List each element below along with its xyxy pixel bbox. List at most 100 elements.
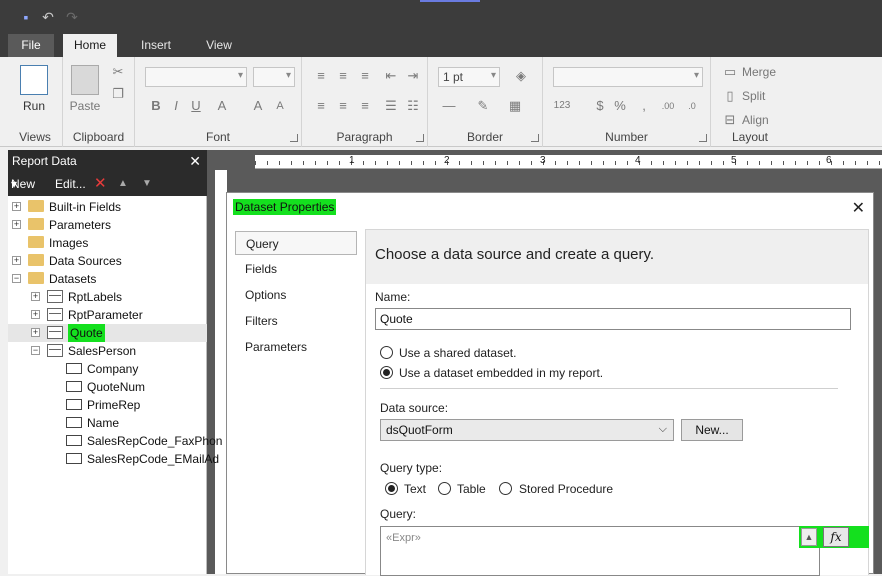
tree-item-name[interactable]: Name xyxy=(8,414,207,432)
close-icon[interactable]: ✕ xyxy=(852,198,865,218)
collapse-icon[interactable]: − xyxy=(31,346,40,355)
close-icon[interactable]: ✕ xyxy=(189,150,201,172)
edit-button[interactable]: Edit... xyxy=(55,172,86,196)
delete-icon[interactable]: ✕ xyxy=(94,172,107,196)
tab-home[interactable]: Home xyxy=(63,34,117,57)
tree-item-salesperson[interactable]: − SalesPerson xyxy=(8,342,207,360)
datasource-select[interactable]: dsQuotForm ⌵ xyxy=(380,419,674,441)
nav-options[interactable]: Options xyxy=(227,283,357,307)
tree-item-rptlabels[interactable]: + RptLabels xyxy=(8,288,207,306)
nav-fields[interactable]: Fields xyxy=(227,257,357,281)
nav-filters[interactable]: Filters xyxy=(227,309,357,333)
align-right-icon[interactable]: ≡ xyxy=(356,97,374,115)
save-icon[interactable]: ▪ xyxy=(18,9,34,25)
embedded-dataset-radio[interactable] xyxy=(380,366,393,379)
font-color-icon[interactable]: A xyxy=(213,97,231,115)
paste-button[interactable]: Paste xyxy=(69,65,101,113)
align-icon[interactable]: ⊟ xyxy=(721,111,739,129)
number-format-combo[interactable]: ▾ xyxy=(553,67,703,87)
tree-item-built-in-fields[interactable]: + Built-in Fields xyxy=(8,198,207,216)
increase-decimal-icon[interactable]: .00 xyxy=(659,97,677,115)
italic-icon[interactable]: I xyxy=(167,97,185,115)
numbering-icon[interactable]: ☷ xyxy=(404,97,422,115)
tree-item-images[interactable]: Images xyxy=(8,234,207,252)
cut-icon[interactable]: ✂ xyxy=(109,63,127,81)
split-button[interactable]: Split xyxy=(742,89,765,103)
tree-item-data-sources[interactable]: + Data Sources xyxy=(8,252,207,270)
shared-dataset-radio[interactable] xyxy=(380,346,393,359)
border-style-icon[interactable]: — xyxy=(440,97,458,115)
expand-icon[interactable]: + xyxy=(12,220,21,229)
querytype-sp-radio[interactable] xyxy=(499,482,512,495)
border-width-combo[interactable]: 1 pt ▾ xyxy=(438,67,500,87)
fill-color-icon[interactable]: ◈ xyxy=(512,67,530,85)
number-dialog-launcher-icon[interactable] xyxy=(699,134,707,142)
increase-indent-icon[interactable]: ⇥ xyxy=(404,67,422,85)
border-color-icon[interactable]: ✎ xyxy=(474,97,492,115)
paragraph-dialog-launcher-icon[interactable] xyxy=(416,134,424,142)
tree-item-primerep[interactable]: PrimeRep xyxy=(8,396,207,414)
font-dialog-launcher-icon[interactable] xyxy=(290,134,298,142)
expression-button[interactable]: fx xyxy=(823,527,849,547)
tree-item-company[interactable]: Company xyxy=(8,360,207,378)
name-label: Name: xyxy=(375,290,411,304)
merge-icon[interactable]: ▭ xyxy=(721,63,739,81)
querytype-table-radio[interactable] xyxy=(438,482,451,495)
tab-insert[interactable]: Insert xyxy=(128,34,184,57)
shrink-font-icon[interactable]: A xyxy=(271,97,289,115)
expand-icon[interactable]: + xyxy=(31,310,40,319)
align-bottom-icon[interactable]: ≡ xyxy=(356,67,374,85)
group-label-paragraph: Paragraph xyxy=(336,130,393,144)
currency-icon[interactable]: $ xyxy=(591,97,609,115)
align-button[interactable]: Align xyxy=(742,113,769,127)
tree-item-quote[interactable]: + Quote xyxy=(8,324,207,342)
name-input[interactable]: Quote xyxy=(375,308,851,330)
move-down-icon[interactable]: ▼ xyxy=(142,172,152,196)
align-top-icon[interactable]: ≡ xyxy=(312,67,330,85)
query-input[interactable]: «Expr» xyxy=(380,526,820,576)
align-middle-icon[interactable]: ≡ xyxy=(334,67,352,85)
split-icon[interactable]: ▯ xyxy=(721,87,739,105)
run-button[interactable]: Run xyxy=(18,65,50,113)
tree-item-datasets[interactable]: − Datasets xyxy=(8,270,207,288)
expand-icon[interactable]: + xyxy=(12,202,21,211)
align-center-icon[interactable]: ≡ xyxy=(334,97,352,115)
group-label-font: Font xyxy=(205,130,230,144)
align-left-icon[interactable]: ≡ xyxy=(312,97,330,115)
querytype-text-radio[interactable] xyxy=(385,482,398,495)
redo-icon[interactable]: ↷ xyxy=(64,9,80,25)
borders-icon[interactable]: ▦ xyxy=(506,97,524,115)
grow-font-icon[interactable]: A xyxy=(249,97,267,115)
new-datasource-button[interactable]: New... xyxy=(681,419,743,441)
tab-file[interactable]: File xyxy=(8,34,54,57)
bullets-icon[interactable]: ☰ xyxy=(382,97,400,115)
tree-item-salesrepcode-faxphon[interactable]: SalesRepCode_FaxPhon xyxy=(8,432,222,450)
comma-icon[interactable]: , xyxy=(635,97,653,115)
tree-item-quotenum[interactable]: QuoteNum xyxy=(8,378,207,396)
font-size-combo[interactable]: ▾ xyxy=(253,67,295,87)
expand-icon[interactable]: + xyxy=(12,256,21,265)
merge-button[interactable]: Merge xyxy=(742,65,776,79)
collapse-icon[interactable]: − xyxy=(12,274,21,283)
tree-item-salesrepcode-emailad[interactable]: SalesRepCode_EMailAd xyxy=(8,450,219,468)
bold-icon[interactable]: B xyxy=(147,97,165,115)
nav-query[interactable]: Query xyxy=(235,231,357,255)
expand-icon[interactable]: + xyxy=(31,328,40,337)
tree-item-parameters[interactable]: + Parameters xyxy=(8,216,207,234)
percent-icon[interactable]: % xyxy=(611,97,629,115)
move-up-icon[interactable]: ▲ xyxy=(118,172,128,196)
copy-icon[interactable]: ❐ xyxy=(109,85,127,103)
placeholder-styles-icon[interactable]: 123 xyxy=(553,97,571,115)
underline-icon[interactable]: U xyxy=(187,97,205,115)
new-menu-button[interactable]: New ▾ xyxy=(11,172,35,196)
scroll-up-icon[interactable]: ▲ xyxy=(801,528,817,546)
expand-icon[interactable]: + xyxy=(31,292,40,301)
nav-parameters[interactable]: Parameters xyxy=(227,335,357,359)
decrease-indent-icon[interactable]: ⇤ xyxy=(382,67,400,85)
tree-item-rptparameter[interactable]: + RptParameter xyxy=(8,306,207,324)
undo-icon[interactable]: ↶ xyxy=(40,9,56,25)
tab-view[interactable]: View xyxy=(196,34,242,57)
font-family-combo[interactable]: ▾ xyxy=(145,67,247,87)
decrease-decimal-icon[interactable]: .0 xyxy=(683,97,701,115)
border-dialog-launcher-icon[interactable] xyxy=(531,134,539,142)
